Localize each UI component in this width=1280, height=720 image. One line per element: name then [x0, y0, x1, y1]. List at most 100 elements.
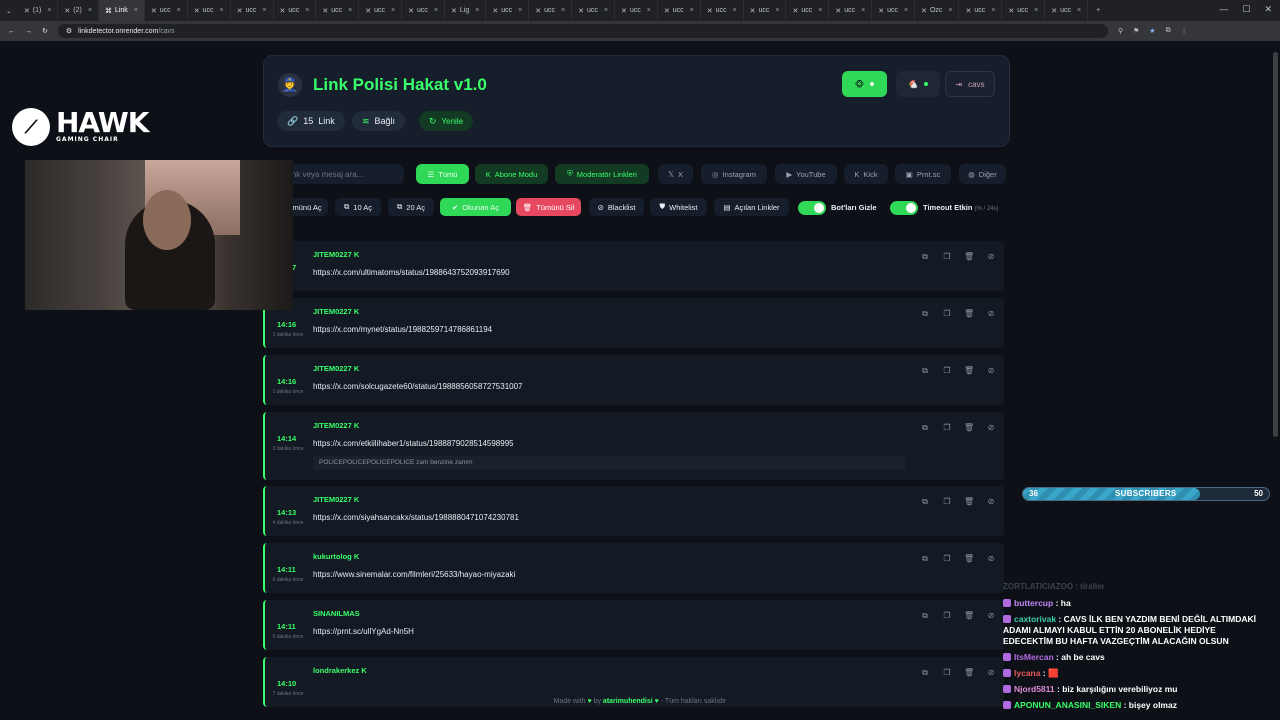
avatar-status-button[interactable]: 🐵 — [842, 71, 887, 97]
notification-status-button[interactable]: 🐔 — [896, 71, 940, 97]
tab-close-icon[interactable]: × — [904, 7, 908, 14]
link-user[interactable]: kukurtolog K — [313, 552, 359, 561]
back-icon[interactable]: ← — [8, 28, 15, 35]
filter-abone-modu[interactable]: K Abone Modu — [475, 164, 548, 184]
tab-close-icon[interactable]: × — [604, 7, 608, 14]
open-link-icon[interactable]: ⧉ — [920, 366, 930, 376]
close-window-icon[interactable]: ✕ — [1264, 4, 1272, 15]
open-link-icon[interactable]: ⧉ — [920, 497, 930, 507]
logout-button[interactable]: ⇥ cavs — [945, 71, 995, 97]
open-link-icon[interactable]: ⧉ — [920, 309, 930, 319]
block-icon[interactable]: ⊘ — [986, 497, 996, 507]
timeout-toggle[interactable] — [890, 201, 918, 215]
link-user[interactable]: SINANILMAS — [313, 609, 360, 618]
copy-icon[interactable]: ❐ — [942, 252, 952, 262]
delete-icon[interactable]: 🗑 — [964, 366, 974, 376]
browser-tab[interactable]: ✕ ucc × — [786, 0, 830, 21]
delete-icon[interactable]: 🗑 — [964, 497, 974, 507]
tab-close-icon[interactable]: × — [262, 7, 266, 14]
bot-hide-toggle[interactable] — [798, 201, 826, 215]
page-scrollbar[interactable] — [1273, 52, 1278, 437]
browser-tab[interactable]: ✕ ucc × — [1045, 0, 1089, 21]
action-external-link-button[interactable]: ⧉ 20 Aç — [388, 198, 434, 216]
tab-close-icon[interactable]: × — [305, 7, 309, 14]
block-icon[interactable]: ⊘ — [986, 554, 996, 564]
refresh-button[interactable]: ↻ Yenile — [419, 111, 474, 131]
menu-icon[interactable]: ⋮ — [1181, 27, 1188, 35]
tab-close-icon[interactable]: × — [518, 7, 522, 14]
search-input[interactable]: ink veya mesaj ara... — [282, 164, 404, 184]
tab-close-icon[interactable]: × — [47, 7, 51, 14]
forward-icon[interactable]: → — [25, 28, 32, 35]
translate-icon[interactable]: ⚑ — [1133, 27, 1139, 35]
new-tab-icon[interactable]: + — [1088, 7, 1108, 14]
extensions-icon[interactable]: ⧉ — [1166, 27, 1171, 35]
tab-close-icon[interactable]: × — [134, 7, 138, 14]
tab-close-icon[interactable]: × — [775, 7, 779, 14]
tab-search-icon[interactable]: ⌄ — [0, 7, 18, 15]
link-user[interactable]: JITEM0227 K — [313, 250, 359, 259]
filter-x[interactable]: 𝕏X — [658, 164, 693, 184]
tab-close-icon[interactable]: × — [348, 7, 352, 14]
browser-tab[interactable]: ✕ ucc × — [316, 0, 360, 21]
tab-close-icon[interactable]: × — [818, 7, 822, 14]
open-link-icon[interactable]: ⧉ — [920, 252, 930, 262]
browser-tab[interactable]: ✕ ucc × — [658, 0, 701, 21]
block-icon[interactable]: ⊘ — [986, 309, 996, 319]
action-ban-button[interactable]: ⊘ Blacklist — [589, 198, 644, 216]
bookmark-star-icon[interactable]: ★ — [1149, 27, 1155, 35]
tab-close-icon[interactable]: × — [475, 7, 479, 14]
link-user[interactable]: JITEM0227 K — [313, 307, 359, 316]
maximize-icon[interactable]: ☐ — [1242, 4, 1250, 15]
tab-close-icon[interactable]: × — [177, 7, 181, 14]
copy-icon[interactable]: ❐ — [942, 611, 952, 621]
open-link-icon[interactable]: ⧉ — [920, 668, 930, 678]
browser-tab[interactable]: ✕ ucc × — [145, 0, 188, 21]
delete-icon[interactable]: 🗑 — [964, 252, 974, 262]
browser-tab[interactable]: ✕ ucc × — [529, 0, 573, 21]
browser-tab[interactable]: ✕ ucc × — [872, 0, 916, 21]
tab-close-icon[interactable]: × — [647, 7, 651, 14]
tab-close-icon[interactable]: × — [1077, 7, 1081, 14]
delete-icon[interactable]: 🗑 — [964, 554, 974, 564]
browser-tab[interactable]: ✕ ucc × — [701, 0, 744, 21]
tab-close-icon[interactable]: × — [220, 7, 224, 14]
copy-icon[interactable]: ❐ — [942, 554, 952, 564]
block-icon[interactable]: ⊘ — [986, 366, 996, 376]
link-user[interactable]: JITEM0227 K — [313, 364, 359, 373]
browser-tab[interactable]: ✕ Ozc × — [915, 0, 960, 21]
action-box-button[interactable]: ▤ Açılan Linkler — [714, 198, 789, 216]
link-url[interactable]: https://x.com/mynet/status/1988259714786… — [313, 325, 492, 334]
tab-close-icon[interactable]: × — [88, 7, 92, 14]
browser-tab[interactable]: ✕ ucc × — [572, 0, 615, 21]
copy-icon[interactable]: ❐ — [942, 668, 952, 678]
site-info-icon[interactable]: ⚙ — [66, 27, 72, 35]
tab-close-icon[interactable]: × — [732, 7, 736, 14]
browser-tab[interactable]: ✕ ucc × — [231, 0, 274, 21]
open-link-icon[interactable]: ⧉ — [920, 423, 930, 433]
copy-icon[interactable]: ❐ — [942, 366, 952, 376]
browser-tab[interactable]: ✕ ucc × — [615, 0, 658, 21]
action-shield-button[interactable]: ⛊ Whitelist — [650, 198, 707, 216]
browser-tab[interactable]: ✕ ucc × — [359, 0, 403, 21]
copy-icon[interactable]: ❐ — [942, 423, 952, 433]
action-external-link-button[interactable]: ⧉ 10 Aç — [335, 198, 381, 216]
delete-icon[interactable]: 🗑 — [964, 423, 974, 433]
zoom-icon[interactable]: ⚲ — [1118, 27, 1123, 35]
browser-tab[interactable]: ✕ ucc × — [1002, 0, 1046, 21]
filter-youtube[interactable]: ▶ YouTube — [775, 164, 837, 184]
browser-tab[interactable]: ✕ (2) × — [58, 0, 99, 21]
browser-tab[interactable]: ⌘ Link × — [98, 0, 145, 21]
link-url[interactable]: https://x.com/siyahsancakx/status/198888… — [313, 513, 519, 522]
tab-close-icon[interactable]: × — [991, 7, 995, 14]
tab-close-icon[interactable]: × — [861, 7, 865, 14]
browser-tab[interactable]: ✕ ucc × — [402, 0, 445, 21]
tab-close-icon[interactable]: × — [561, 7, 565, 14]
browser-tab[interactable]: ✕ ucc × — [486, 0, 530, 21]
browser-tab[interactable]: ✕ (1) × — [18, 0, 59, 21]
filter-prnt-sc[interactable]: ▣ Prnt.sc — [895, 164, 951, 184]
filter-moderat-r-linkleri[interactable]: ⛨ Moderatör Linkleri — [555, 164, 649, 184]
link-user[interactable]: londrakerkez K — [313, 666, 367, 675]
copy-icon[interactable]: ❐ — [942, 309, 952, 319]
browser-tab[interactable]: ✕ ucc × — [829, 0, 873, 21]
